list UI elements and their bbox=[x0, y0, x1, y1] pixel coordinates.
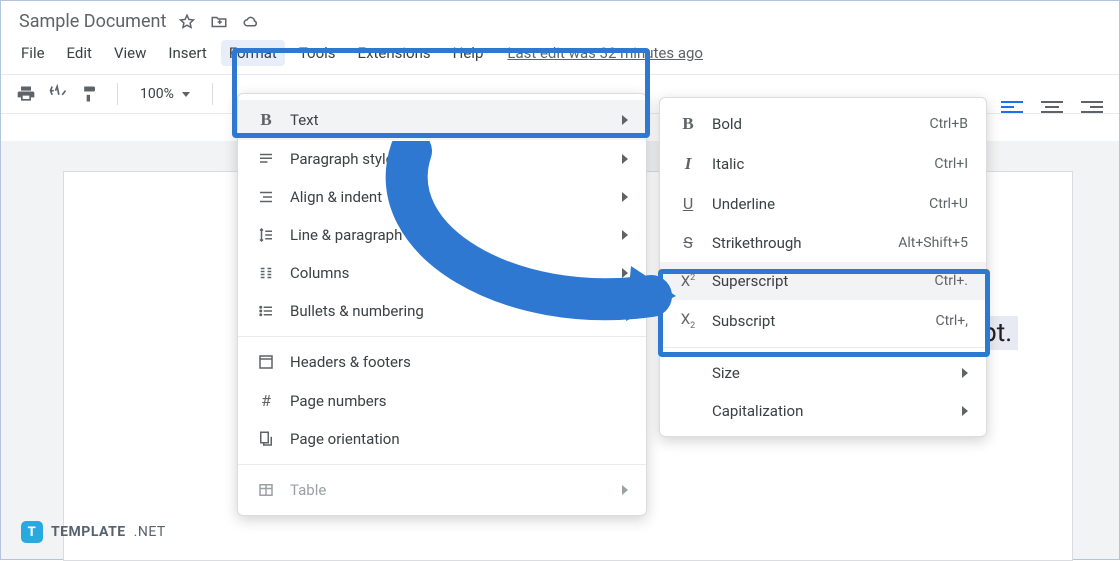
brand-logo-icon: T bbox=[21, 521, 43, 543]
shortcut: Ctrl+I bbox=[934, 156, 968, 172]
last-edit-label[interactable]: Last edit was 32 minutes ago bbox=[507, 44, 703, 62]
text-size[interactable]: Size bbox=[660, 354, 986, 392]
annotation-arrow bbox=[351, 141, 681, 321]
brand-suffix: .NET bbox=[134, 524, 166, 540]
menu-extensions[interactable]: Extensions bbox=[350, 40, 439, 66]
underline-icon: U bbox=[678, 194, 698, 213]
paint-format-icon[interactable] bbox=[79, 83, 101, 105]
label: Strikethrough bbox=[712, 234, 884, 252]
label: Table bbox=[290, 481, 608, 499]
menu-separator bbox=[660, 347, 986, 348]
chevron-right-icon bbox=[622, 485, 628, 495]
watermark-brand: T TEMPLATE .NET bbox=[21, 521, 166, 543]
toolbar-separator bbox=[117, 83, 118, 105]
brand-name: TEMPLATE bbox=[51, 524, 126, 540]
spellcheck-icon[interactable] bbox=[47, 83, 69, 105]
text-capitalization[interactable]: Capitalization bbox=[660, 392, 986, 430]
label: Subscript bbox=[712, 312, 921, 330]
text-superscript[interactable]: X2 Superscript Ctrl+. bbox=[660, 262, 986, 300]
label: Superscript bbox=[712, 272, 921, 290]
menu-tools[interactable]: Tools bbox=[291, 40, 344, 66]
headers-footers-icon bbox=[256, 353, 276, 371]
label: Size bbox=[712, 364, 948, 382]
cloud-status-icon[interactable] bbox=[242, 13, 260, 31]
align-left-icon[interactable] bbox=[1001, 98, 1023, 116]
chevron-down-icon bbox=[182, 92, 190, 97]
text-submenu: B Bold Ctrl+B I Italic Ctrl+I U Underlin… bbox=[659, 97, 987, 437]
chevron-right-icon bbox=[962, 406, 968, 416]
align-indent-icon bbox=[256, 188, 276, 206]
format-text-label: Text bbox=[290, 111, 608, 129]
toolbar-separator bbox=[212, 83, 213, 105]
strikethrough-icon: S bbox=[678, 233, 698, 252]
subscript-icon: X2 bbox=[678, 310, 698, 331]
label: Bold bbox=[712, 115, 915, 133]
label: Underline bbox=[712, 195, 915, 213]
format-table[interactable]: Table bbox=[238, 471, 646, 509]
doc-title[interactable]: Sample Document bbox=[19, 11, 166, 32]
line-spacing-icon bbox=[256, 226, 276, 244]
label: Headers & footers bbox=[290, 353, 628, 371]
chevron-right-icon bbox=[962, 368, 968, 378]
text-strikethrough[interactable]: S Strikethrough Alt+Shift+5 bbox=[660, 223, 986, 262]
shortcut: Alt+Shift+5 bbox=[898, 235, 968, 251]
format-text[interactable]: B Text bbox=[238, 100, 646, 140]
bold-icon: B bbox=[678, 114, 698, 134]
italic-icon: I bbox=[678, 154, 698, 174]
bold-icon: B bbox=[256, 110, 276, 130]
menu-separator bbox=[238, 464, 646, 465]
shortcut: Ctrl+, bbox=[935, 313, 968, 329]
label: Capitalization bbox=[712, 402, 948, 420]
paragraph-styles-icon bbox=[256, 150, 276, 168]
menu-edit[interactable]: Edit bbox=[59, 40, 100, 66]
format-page-numbers[interactable]: # Page numbers bbox=[238, 381, 646, 420]
menu-help[interactable]: Help bbox=[445, 40, 492, 66]
align-center-icon[interactable] bbox=[1041, 98, 1063, 116]
shortcut: Ctrl+U bbox=[929, 196, 968, 212]
text-italic[interactable]: I Italic Ctrl+I bbox=[660, 144, 986, 184]
menu-file[interactable]: File bbox=[13, 40, 53, 66]
text-underline[interactable]: U Underline Ctrl+U bbox=[660, 184, 986, 223]
table-icon bbox=[256, 481, 276, 499]
menu-format[interactable]: Format bbox=[221, 40, 285, 66]
text-bold[interactable]: B Bold Ctrl+B bbox=[660, 104, 986, 144]
page-numbers-icon: # bbox=[256, 391, 276, 410]
move-to-folder-icon[interactable] bbox=[210, 13, 228, 31]
shortcut: Ctrl+. bbox=[935, 273, 968, 289]
menu-separator bbox=[238, 336, 646, 337]
print-icon[interactable] bbox=[15, 83, 37, 105]
label: Italic bbox=[712, 155, 920, 173]
format-page-orientation[interactable]: Page orientation bbox=[238, 420, 646, 458]
menu-view[interactable]: View bbox=[106, 40, 154, 66]
label: Page numbers bbox=[290, 392, 628, 410]
superscript-icon: X2 bbox=[678, 272, 698, 290]
format-headers-footers[interactable]: Headers & footers bbox=[238, 343, 646, 381]
menu-insert[interactable]: Insert bbox=[160, 40, 214, 66]
chevron-right-icon bbox=[622, 115, 628, 125]
zoom-value: 100% bbox=[140, 86, 174, 102]
star-icon[interactable] bbox=[178, 13, 196, 31]
zoom-selector[interactable]: 100% bbox=[134, 86, 196, 102]
text-subscript[interactable]: X2 Subscript Ctrl+, bbox=[660, 300, 986, 341]
align-right-icon[interactable] bbox=[1081, 98, 1103, 116]
columns-icon bbox=[256, 264, 276, 282]
shortcut: Ctrl+B bbox=[929, 116, 968, 132]
bullets-icon bbox=[256, 302, 276, 320]
label: Page orientation bbox=[290, 430, 628, 448]
page-orientation-icon bbox=[256, 430, 276, 448]
